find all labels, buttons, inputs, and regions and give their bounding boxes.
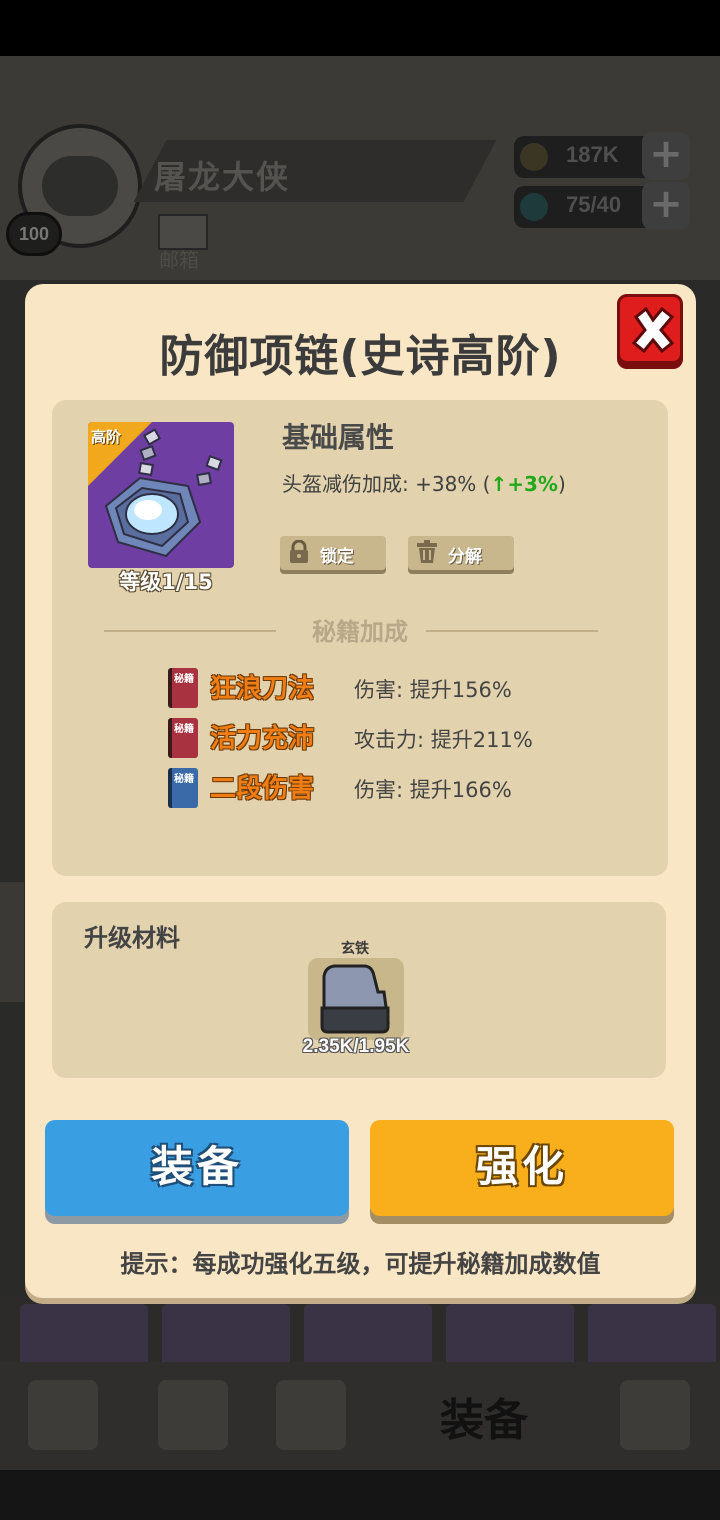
close-icon [631, 306, 675, 354]
add-energy-button[interactable]: + [642, 182, 690, 230]
base-attr-line: 头盔减伤加成: +38% (↑+3%) [282, 472, 566, 496]
skill-name: 二段伤害 [210, 774, 315, 804]
skill-name: 狂浪刀法 [210, 674, 315, 704]
add-coin-button[interactable]: + [642, 132, 690, 180]
skill-effect: 伤害: 提升156% [354, 678, 512, 702]
material-name: 玄铁 [341, 941, 369, 957]
item-detail-dialog: 防御项链(史诗高阶) 高阶 等级1/15 基础属性 头盔减伤加成: +38% (… [25, 284, 696, 1298]
nav-battle-icon[interactable] [276, 1380, 346, 1450]
skill-effect: 伤害: 提升166% [354, 778, 512, 802]
attr-bonus: +3% [507, 472, 558, 496]
materials-heading: 升级材料 [84, 924, 180, 952]
player-name: 屠龙大侠 [154, 158, 291, 196]
item-level: 等级1/15 [119, 570, 213, 594]
material-slot[interactable] [308, 958, 404, 1040]
base-attr-heading: 基础属性 [282, 421, 395, 454]
equip-button[interactable]: 装备 [45, 1120, 349, 1216]
enhance-button[interactable]: 强化 [370, 1120, 674, 1216]
iron-ore-icon [320, 964, 390, 1034]
tier-badge: 高阶 [91, 428, 122, 446]
nav-task-icon[interactable] [28, 1380, 98, 1450]
player-header: 100 屠龙大侠 邮箱 187K + 75/40 + [0, 56, 720, 280]
divider [426, 630, 598, 632]
bottom-nav: 装备 [0, 1362, 720, 1470]
skill-name: 活力充沛 [210, 724, 315, 754]
item-info-panel: 高阶 等级1/15 基础属性 头盔减伤加成: +38% (↑+3%) 锁定 分解 [52, 400, 668, 876]
secret-book-icon: 秘籍 [168, 768, 198, 808]
nav-collect-icon[interactable] [620, 1380, 690, 1450]
trash-icon [417, 540, 437, 563]
status-bar [0, 0, 720, 56]
player-level-badge: 100 [6, 212, 62, 256]
energy-icon [520, 193, 548, 221]
close-button[interactable] [617, 294, 683, 364]
coin-resource: 187K + [514, 132, 690, 180]
nav-cultivate-icon[interactable] [158, 1380, 228, 1450]
navigation-bar [0, 1470, 720, 1520]
nav-equip-label[interactable]: 装备 [440, 1384, 528, 1448]
skill-effect: 攻击力: 提升211% [354, 728, 533, 752]
disassemble-button[interactable]: 分解 [408, 536, 514, 570]
energy-resource: 75/40 + [514, 182, 690, 230]
lock-button[interactable]: 锁定 [280, 536, 386, 570]
upgrade-materials-panel: 升级材料 玄铁 2.35K/1.95K [52, 902, 666, 1078]
secret-book-icon: 秘籍 [168, 718, 198, 758]
secret-book-icon: 秘籍 [168, 668, 198, 708]
material-count: 2.35K/1.95K [302, 1036, 410, 1057]
coin-icon [520, 143, 548, 171]
hint-text: 提示：每成功强化五级，可提升秘籍加成数值 [120, 1250, 601, 1278]
bonus-up-icon: ↑ [490, 472, 508, 496]
dialog-title: 防御项链(史诗高阶) [159, 331, 562, 382]
item-icon-box: 高阶 [88, 422, 234, 568]
lock-icon [290, 540, 308, 563]
mail-label[interactable]: 邮箱 [159, 244, 199, 273]
